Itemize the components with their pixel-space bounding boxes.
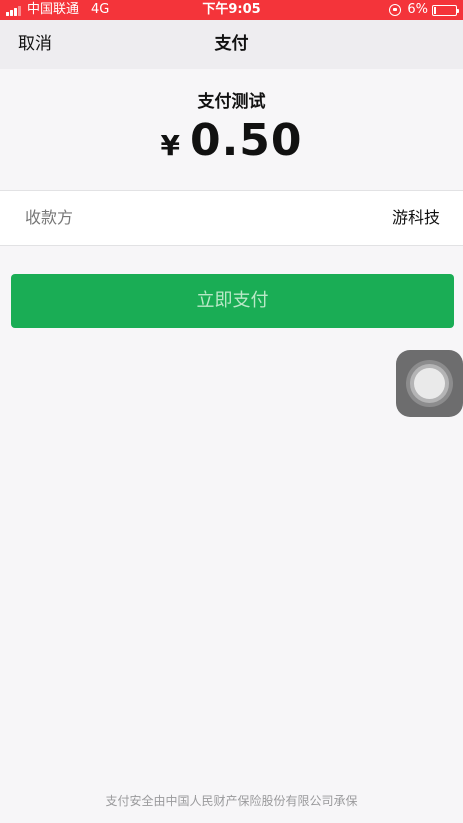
payee-row: 收款方 游科技 — [0, 190, 463, 246]
insurance-footer: 支付安全由中国人民财产保险股份有限公司承保 — [105, 794, 358, 808]
payee-value: 游科技 — [391, 208, 440, 227]
pay-now-button[interactable]: 立即支付 — [11, 274, 454, 328]
assistive-touch-icon[interactable] — [396, 350, 463, 417]
product-name: 支付测试 — [197, 92, 266, 112]
amount-display: ¥ 0.50 — [0, 115, 463, 166]
payment-amount: 0.50 — [189, 115, 303, 166]
currency-symbol: ¥ — [160, 129, 180, 162]
payee-label: 收款方 — [25, 208, 74, 227]
battery-icon — [432, 4, 459, 16]
orientation-lock-icon — [389, 4, 402, 16]
amount-section: 支付测试 ¥ 0.50 — [0, 69, 463, 190]
status-right: 6% — [389, 0, 459, 20]
navigation-bar: 取消 支付 — [0, 20, 463, 69]
status-bar: 中国联通 4G 下午9:05 6% — [0, 0, 463, 20]
page-title: 支付 — [214, 34, 249, 54]
battery-percent: 6% — [407, 2, 428, 17]
